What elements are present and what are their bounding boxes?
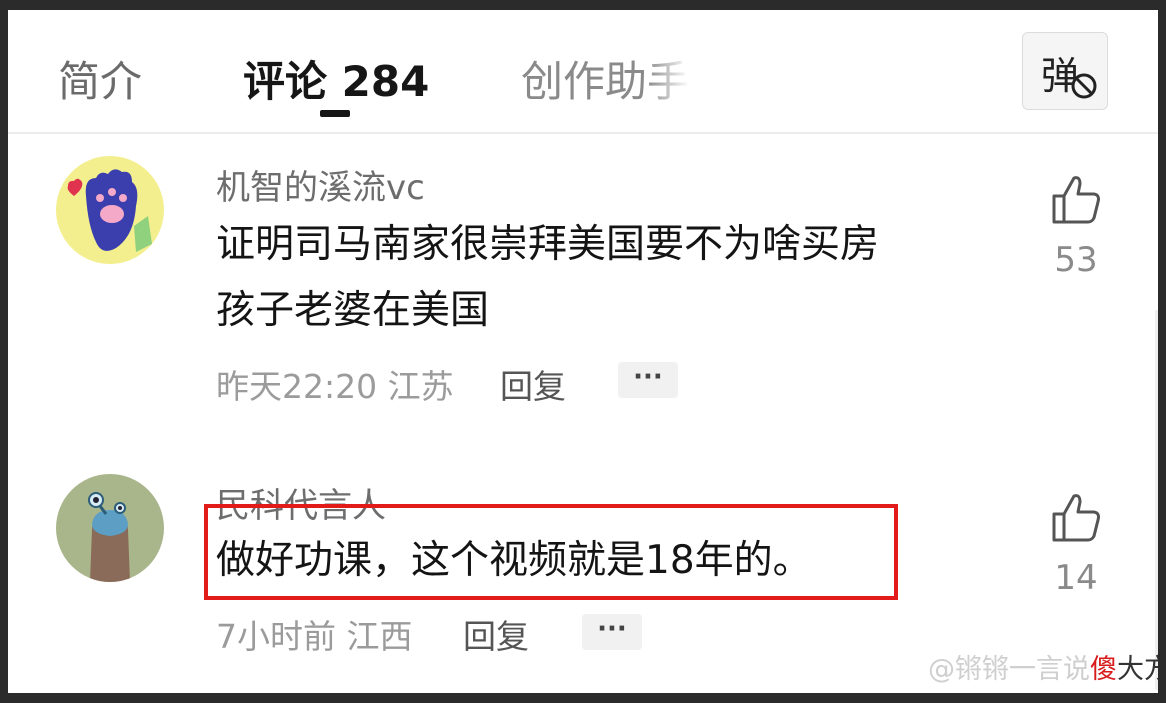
- danmaku-toggle-button[interactable]: 弹: [1022, 32, 1108, 110]
- comment-text-line: 孩子老婆在美国: [216, 288, 490, 333]
- comment-meta: 昨天22:20 江苏: [216, 360, 454, 408]
- danmaku-off-icon: [1071, 73, 1097, 99]
- watermark-red-char: 傻: [1090, 654, 1117, 685]
- watermark-text: @锵锵一言说: [928, 654, 1090, 685]
- reply-button[interactable]: 回复: [463, 610, 529, 658]
- avatar[interactable]: [56, 474, 164, 582]
- comment-panel: 简介 评论 284 创作助手 弹 机智的溪流vc 证明司马南家很崇拜美国要不为啥…: [8, 10, 1158, 693]
- thumbs-up-icon: [1052, 494, 1100, 542]
- tab-comments[interactable]: 评论 284: [243, 48, 429, 109]
- like-button[interactable]: 53: [1048, 174, 1104, 280]
- comment-time: 7小时前: [216, 617, 336, 656]
- paw-avatar-icon: [56, 156, 164, 264]
- tab-intro[interactable]: 简介: [58, 48, 142, 109]
- comment-text-line: 证明司马南家很崇拜美国要不为啥买房: [216, 222, 880, 267]
- tab-creator-assistant[interactable]: 创作助手: [521, 48, 689, 109]
- like-count: 53: [1054, 240, 1098, 280]
- reply-button[interactable]: 回复: [500, 360, 566, 408]
- watermark-dark-text: 大方: [1117, 654, 1158, 685]
- like-count: 14: [1054, 558, 1098, 598]
- comment-meta: 7小时前 江西: [216, 610, 413, 658]
- scrollbar-track[interactable]: [1155, 310, 1158, 690]
- more-options-button[interactable]: ···: [618, 362, 678, 398]
- comment-text: 证明司马南家很崇拜美国要不为啥买房 孩子老婆在美国: [216, 212, 879, 344]
- active-tab-indicator: [320, 110, 350, 117]
- watermark: @锵锵一言说傻大方: [928, 647, 1158, 686]
- more-options-button[interactable]: ···: [582, 614, 642, 650]
- red-highlight-box: [204, 504, 898, 600]
- comment-time: 昨天22:20: [216, 367, 378, 406]
- tab-bar: 简介 评论 284 创作助手 弹: [8, 10, 1158, 134]
- avatar[interactable]: [56, 156, 164, 264]
- thumbs-up-icon: [1052, 176, 1100, 224]
- like-button[interactable]: 14: [1048, 492, 1104, 598]
- cartoon-avatar-icon: [56, 474, 164, 582]
- comment-location: 江苏: [387, 367, 454, 406]
- comment-item: 机智的溪流vc 证明司马南家很崇拜美国要不为啥买房 孩子老婆在美国 昨天22:2…: [8, 150, 1158, 410]
- comment-location: 江西: [346, 617, 413, 656]
- comment-username[interactable]: 机智的溪流vc: [216, 160, 425, 209]
